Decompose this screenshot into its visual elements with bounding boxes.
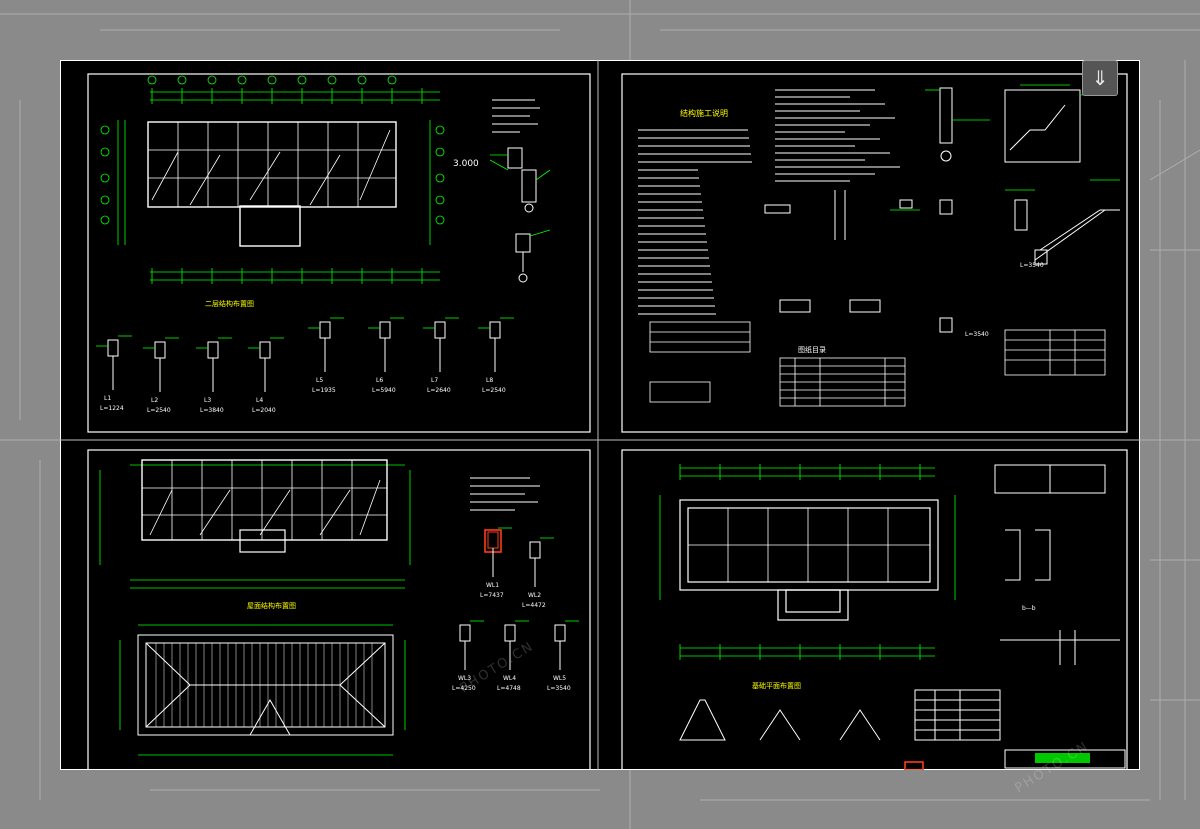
beam-length-label: L=3840 <box>200 407 224 414</box>
beam-name-label: WL3 <box>458 675 471 682</box>
beam-name-label: WL2 <box>528 592 541 599</box>
svg-text:结构施工说明: 结构施工说明 <box>680 108 728 118</box>
beam-length-label: L=4250 <box>452 685 476 692</box>
beam-length-label: L=2540 <box>147 407 171 414</box>
cad-drawing-viewport[interactable]: 二层结构布置图 3.000 L1 L=1224 L2 L=2540 L3 L=3840 L4… <box>60 60 1140 796</box>
beam-length-label: L=2640 <box>427 387 451 394</box>
beam-length-label: L=2540 <box>482 387 506 394</box>
beam-name-label: WL4 <box>503 675 516 682</box>
beam-length-label: L=7437 <box>480 592 504 599</box>
cad-drawing-canvas: 二层结构布置图 3.000 L1 L=1224 L2 L=2540 L3 L=3840 L4… <box>60 60 1140 770</box>
beam-length-label: L=3540 <box>965 331 989 338</box>
beam-name-label: L8 <box>486 377 493 384</box>
svg-text:图纸目录: 图纸目录 <box>798 345 826 354</box>
collapse-button[interactable]: ⇓ <box>1082 60 1118 96</box>
beam-name-label: L1 <box>104 395 111 402</box>
beam-name-label: L5 <box>316 377 323 384</box>
beam-length-label: L=2040 <box>252 407 276 414</box>
beam-name-label: WL5 <box>553 675 566 682</box>
beam-length-label: L=3540 <box>547 685 571 692</box>
beam-length-label: L=3540 <box>1020 262 1044 269</box>
beam-name-label: L2 <box>151 397 158 404</box>
svg-text:基础平面布置图: 基础平面布置图 <box>752 681 801 690</box>
beam-name-label: L3 <box>204 397 211 404</box>
svg-text:二层结构布置图: 二层结构布置图 <box>205 299 254 308</box>
beam-length-label: L=4748 <box>497 685 521 692</box>
beam-length-label: L=5940 <box>372 387 396 394</box>
beam-length-label: L=1935 <box>312 387 336 394</box>
section-label: b—b <box>1022 605 1036 612</box>
beam-length-label: L=4472 <box>522 602 546 609</box>
beam-name-label: L6 <box>376 377 383 384</box>
elevation-mark: 3.000 <box>453 159 479 169</box>
beam-length-label: L=1224 <box>100 405 124 412</box>
beam-name-label: WL1 <box>486 582 499 589</box>
double-chevron-down-icon: ⇓ <box>1091 66 1109 90</box>
beam-name-label: L7 <box>431 377 438 384</box>
beam-name-label: L4 <box>256 397 263 404</box>
svg-text:屋面结构布置图: 屋面结构布置图 <box>247 601 296 610</box>
